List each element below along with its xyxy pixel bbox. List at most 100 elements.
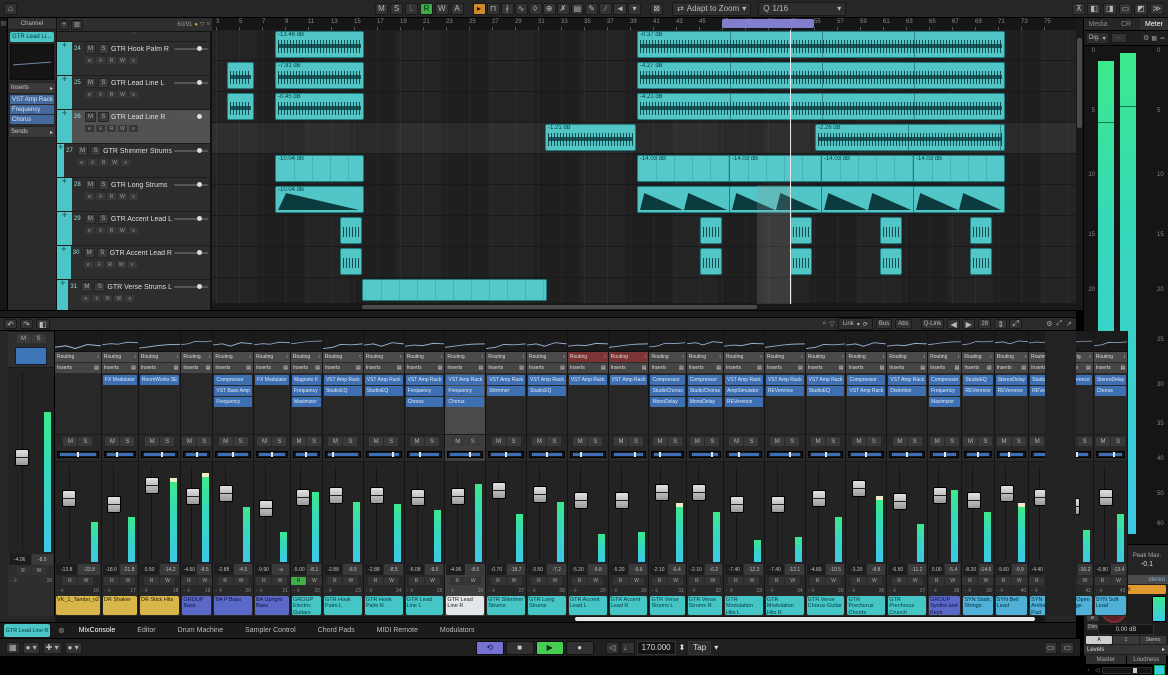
channel-strip[interactable]: Routing‹Inserts▤VST Amp RackREVerenceMS-… xyxy=(765,331,806,616)
pan-control[interactable] xyxy=(447,451,483,458)
eq-curve-thumbnail[interactable] xyxy=(962,331,993,352)
audio-event[interactable] xyxy=(970,217,992,244)
audio-event[interactable]: -2.26 dB xyxy=(815,124,1005,151)
track-sub-icon-⌾[interactable]: ⌾ xyxy=(96,125,105,132)
fader-cap[interactable] xyxy=(852,480,866,497)
hub-home-button[interactable]: ⌂ xyxy=(4,3,17,15)
channel-name-label[interactable]: GTR Hook Palm L xyxy=(324,596,362,615)
pan-control[interactable] xyxy=(529,451,565,458)
fader-value[interactable]: -5.20 xyxy=(610,564,628,575)
metronome-icon[interactable]: ♩ xyxy=(621,642,635,654)
channel-name-label[interactable]: GROUP Synths and Keys xyxy=(929,596,960,615)
fader-cap[interactable] xyxy=(411,489,425,506)
track-m-button[interactable]: M xyxy=(85,78,96,88)
track-s-button[interactable]: S xyxy=(98,78,109,88)
channel-name-label[interactable]: GTR Lead Line L xyxy=(406,596,444,615)
collapse-icon[interactable]: ‹ xyxy=(958,354,960,360)
monitor-icon[interactable]: ◦ xyxy=(141,588,143,594)
track-color-bar[interactable]: ✛ xyxy=(57,42,72,75)
fader-cap[interactable] xyxy=(967,492,981,509)
insert-slot[interactable]: StudioEQ xyxy=(324,386,362,396)
fader-cap[interactable] xyxy=(370,487,384,504)
speaker-icon[interactable]: ⌾ xyxy=(934,588,937,594)
insert-slot[interactable]: FX Modulator xyxy=(103,375,137,385)
strip-s-button[interactable]: S xyxy=(629,437,643,446)
fader-value[interactable]: -4.06 xyxy=(446,564,464,575)
menu-icon[interactable]: ▤ xyxy=(356,365,361,371)
lower-zone-tab-chord-pads[interactable]: Chord Pads xyxy=(318,627,355,634)
fader-value[interactable]: -6.80 xyxy=(1095,564,1110,575)
fader-value[interactable]: -5.00 xyxy=(292,564,306,575)
speaker-icon[interactable]: ⌾ xyxy=(61,588,64,594)
monitor-icon[interactable]: ◦ xyxy=(930,588,932,594)
track-m-button[interactable]: M xyxy=(85,44,96,54)
fader-value[interactable]: -0.70 xyxy=(487,564,505,575)
strip-w-button[interactable]: W xyxy=(867,577,882,585)
track-sub-icon-≡[interactable]: ≡ xyxy=(129,227,138,234)
menu-icon[interactable]: ▤ xyxy=(206,365,211,371)
monitor-icon[interactable]: ◦ xyxy=(183,588,185,594)
insert-slot[interactable]: StudioEQ xyxy=(807,386,845,396)
track-name[interactable]: GTR Long Strums xyxy=(111,182,172,189)
monitor-icon[interactable]: ◦ xyxy=(848,588,850,594)
channel-strip[interactable]: Routing‹Inserts▤VST Amp RackFrequencyCho… xyxy=(405,331,446,616)
insert-slot[interactable]: FX Modulator xyxy=(255,375,289,385)
monitor-icon[interactable]: ◦ xyxy=(10,578,12,584)
fader-value[interactable]: -7.40 xyxy=(766,564,784,575)
routing-rack-header[interactable]: Routing‹ xyxy=(291,352,322,363)
menu-icon[interactable]: ▤ xyxy=(1021,365,1026,371)
fader-cap[interactable] xyxy=(615,492,629,509)
pan-control[interactable] xyxy=(104,451,136,458)
channel-name-label[interactable]: GTR Modulation Hits R xyxy=(766,596,804,615)
strip-r-button[interactable]: R xyxy=(1095,577,1110,585)
inserts-rack-header[interactable]: Inserts▤ xyxy=(687,363,723,374)
fader-cap[interactable] xyxy=(574,492,588,509)
pan-control[interactable] xyxy=(964,451,991,458)
filter-icon[interactable]: ▽ xyxy=(829,320,834,328)
insert-slot[interactable]: StudioEQ xyxy=(963,375,992,385)
strip-r-button[interactable]: R xyxy=(218,577,233,585)
fader-cap[interactable] xyxy=(107,496,121,513)
collapse-icon[interactable]: ‹ xyxy=(719,354,721,360)
speaker-icon[interactable]: ⌾ xyxy=(852,588,855,594)
channel-strip[interactable]: Routing‹Inserts▤RoomWorks SEMS0.50-14.2R… xyxy=(139,331,181,616)
mixer-window-icon-1[interactable]: ⤢ xyxy=(1057,320,1063,328)
strip-m-button[interactable]: M xyxy=(145,437,159,446)
speaker-icon[interactable]: ⌾ xyxy=(260,588,263,594)
channel-strip[interactable]: Routing‹Inserts▤VST Amp RackStudioEQMS-2… xyxy=(364,331,405,616)
insert-slot[interactable]: Frequency xyxy=(929,386,960,396)
pan-control[interactable] xyxy=(215,451,251,458)
track-color-bar[interactable]: ✛ xyxy=(57,76,72,109)
audio-event[interactable] xyxy=(700,248,722,275)
speaker-icon[interactable]: ⌾ xyxy=(811,588,814,594)
strip-s-button[interactable]: S xyxy=(466,437,480,446)
lower-zone-tab-drum-machine[interactable]: Drum Machine xyxy=(178,627,224,634)
zone-divider[interactable] xyxy=(0,310,1076,318)
fader-value[interactable]: -3.50 xyxy=(528,564,546,575)
channel-name-label[interactable]: SYN Soft Lead xyxy=(1095,596,1127,615)
close-icon[interactable]: ⊗ xyxy=(58,626,65,635)
leftstrip-w-button[interactable]: W xyxy=(32,567,47,575)
audio-event[interactable] xyxy=(362,279,547,301)
fader-cap[interactable] xyxy=(730,496,744,513)
channel-strip[interactable]: Routing‹Inserts▤CompressorVST Bass AmpFr… xyxy=(213,331,254,616)
redo-icon[interactable]: ↷ xyxy=(20,319,33,329)
audio-event[interactable]: -14.03 dB xyxy=(913,155,1005,182)
audio-event[interactable]: -14.03 dB xyxy=(637,155,731,182)
strip-r-button[interactable]: R xyxy=(769,577,784,585)
track-row[interactable]: ✛25MSGTR Lead Line Le⌾RW≡ xyxy=(57,76,210,110)
track-color-bar[interactable]: ✛ xyxy=(57,144,64,177)
strip-m-button[interactable]: M xyxy=(729,437,743,446)
inserts-rack-header[interactable]: Inserts▤ xyxy=(291,363,322,374)
mixer-zoom-icon-1[interactable]: ⤢ xyxy=(1009,319,1022,329)
monitor-button-a[interactable]: A xyxy=(1086,636,1112,644)
search-icon[interactable]: ⌕ xyxy=(823,320,827,328)
strip-r-button[interactable]: R xyxy=(996,577,1011,585)
fader-cap[interactable] xyxy=(771,496,785,513)
collapse-icon[interactable]: ‹ xyxy=(1024,354,1026,360)
inserts-rack-header[interactable]: Inserts▤ xyxy=(445,363,485,374)
selected-channel-label[interactable]: GTR Lead Line R xyxy=(4,624,50,637)
channel-name-label[interactable]: SYN Static Strings xyxy=(963,596,992,615)
fader-cap[interactable] xyxy=(219,485,233,502)
fader-value[interactable]: -2.10 xyxy=(688,564,705,575)
